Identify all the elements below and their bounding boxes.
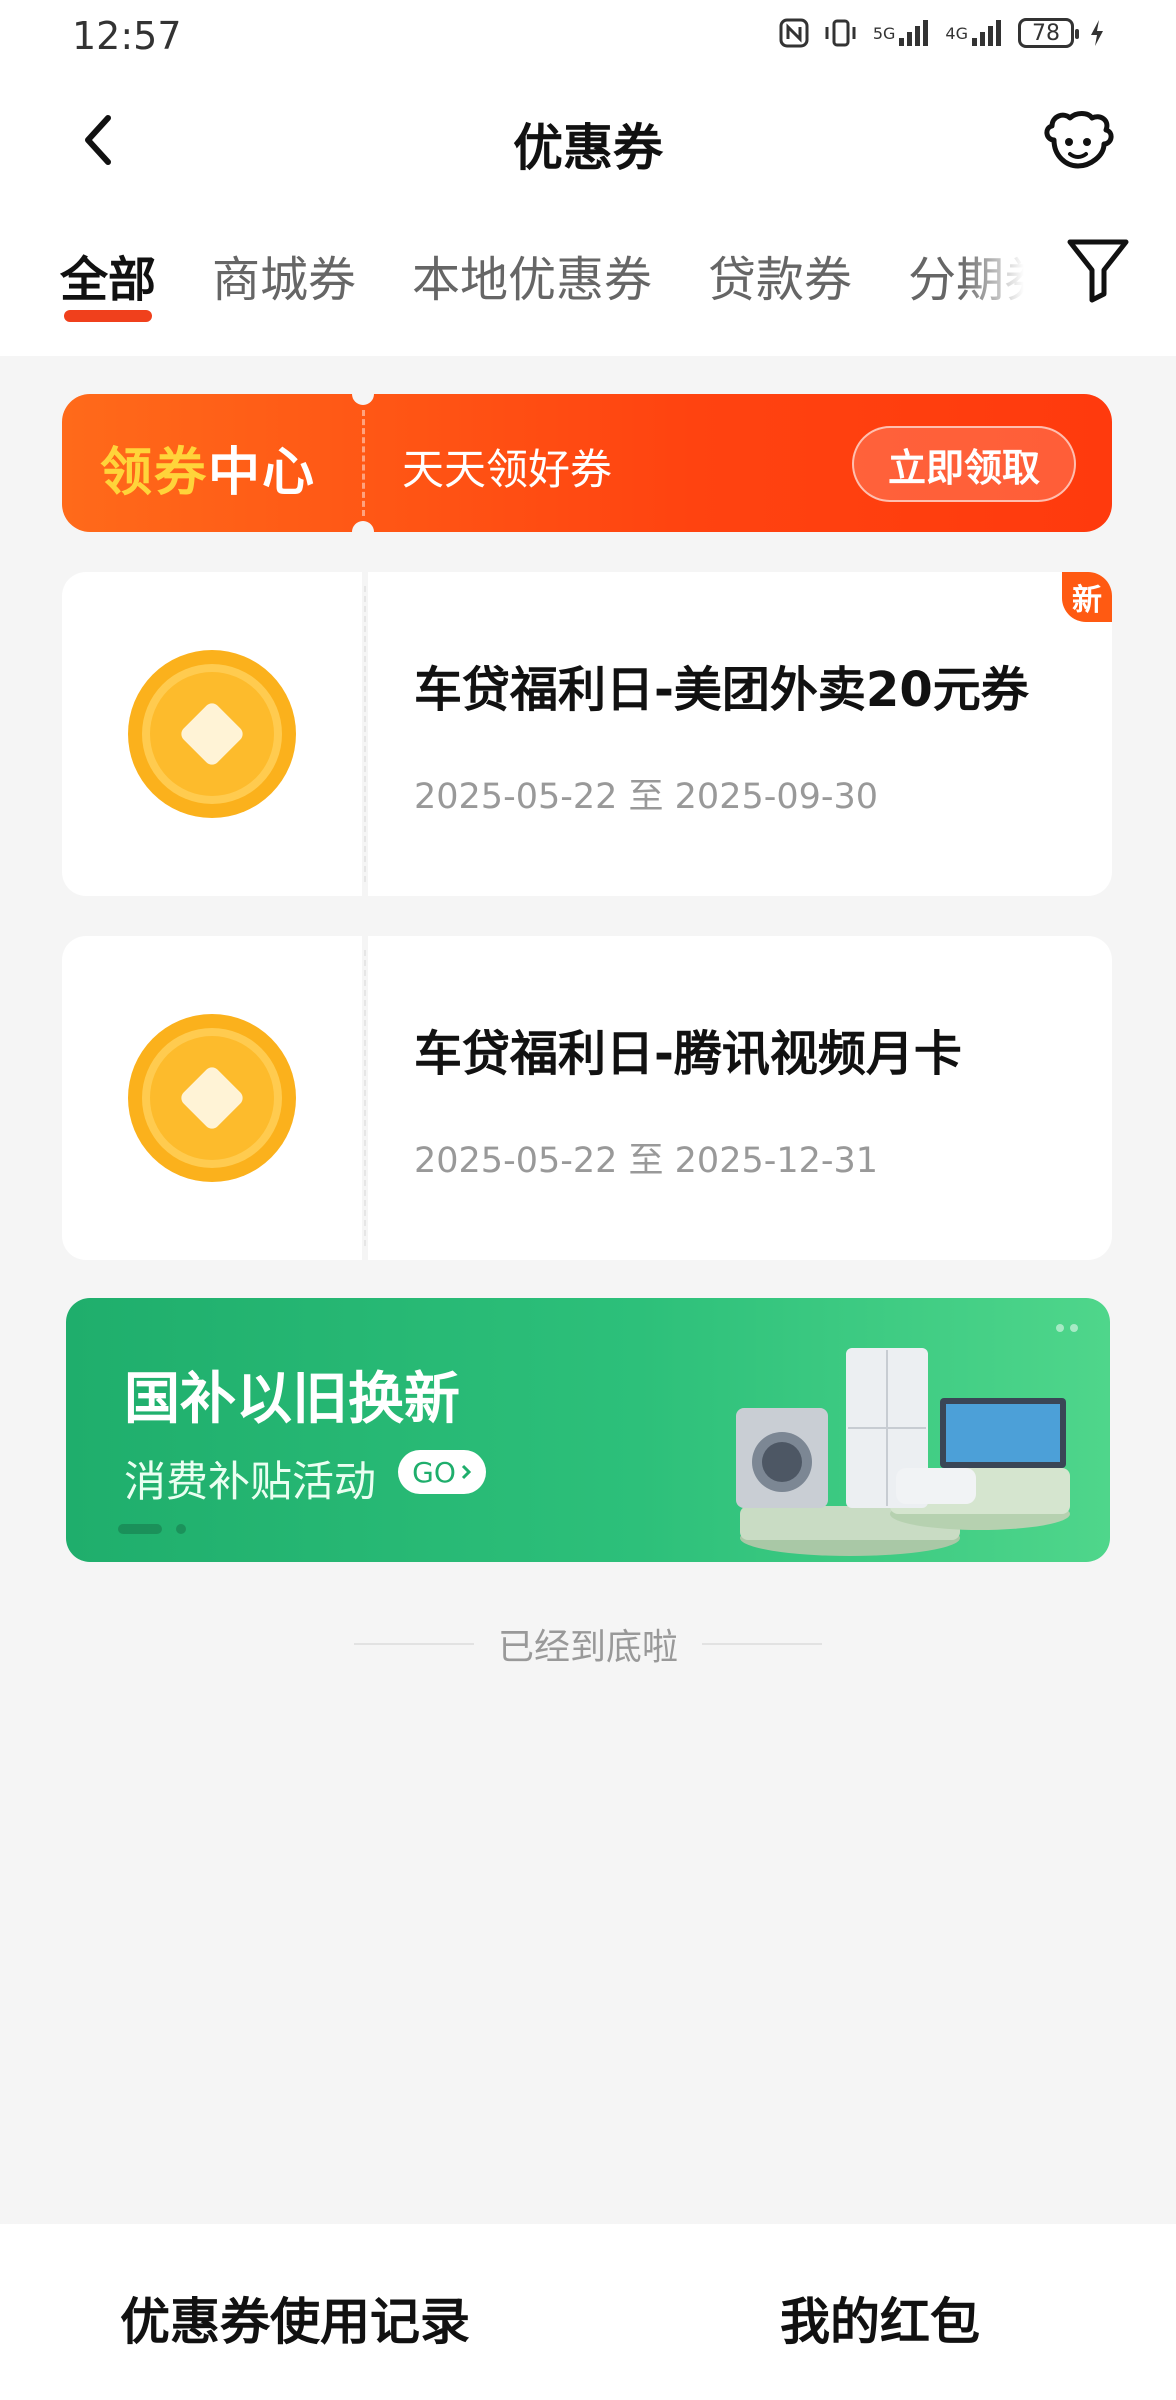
coupon-page: 12:57 5G 4G 78 优惠券 全部 商城券 本地优惠券 贷款券 领券中心… — [0, 0, 1176, 2400]
tab-loan[interactable]: 贷款券 — [708, 236, 852, 332]
signal-4g-icon: 4G — [945, 18, 1004, 48]
bottom-bar: 优惠券使用记录 我的红包 — [0, 2224, 1176, 2400]
signal-4g-label: 4G — [945, 23, 968, 43]
status-icons: 5G 4G 78 — [779, 18, 1106, 48]
tab-label: 商城券 — [212, 252, 357, 308]
signal-5g-icon: 5G — [873, 18, 932, 48]
appliances-illustration — [736, 1348, 1070, 1556]
tabs-bar: 全部 商城券 本地优惠券 贷款券 分期券 — [0, 200, 1176, 356]
coupon-separator — [364, 950, 366, 1246]
chevron-right-icon — [461, 1464, 471, 1480]
nfc-icon — [779, 18, 809, 48]
filter-icon — [1067, 239, 1129, 303]
coupon-info: 车贷福利日-腾讯视频月卡 2025-05-22 至 2025-12-31 — [368, 936, 1112, 1260]
coupon-validity: 2025-05-22 至 2025-09-30 — [414, 777, 879, 817]
coupon-card[interactable]: 车贷福利日-腾讯视频月卡 2025-05-22 至 2025-12-31 — [62, 936, 1112, 1260]
coupon-center-slogan: 天天领好券 — [402, 445, 613, 494]
status-bar: 12:57 5G 4G 78 — [0, 0, 1176, 80]
tab-label: 全部 — [60, 252, 157, 308]
coupon-validity: 2025-05-22 至 2025-12-31 — [414, 1141, 879, 1181]
tab-local[interactable]: 本地优惠券 — [412, 236, 652, 332]
go-label: GO — [412, 1455, 456, 1489]
vibrate-icon — [823, 18, 859, 48]
coupon-info: 车贷福利日-美团外卖20元券 2025-05-22 至 2025-09-30 新 — [368, 572, 1112, 896]
coupon-center-banner[interactable]: 领券中心 天天领好券 立即领取 — [62, 383, 1112, 543]
promo-subtitle: 消费补贴活动 — [124, 1457, 377, 1506]
divider-line — [702, 1643, 822, 1645]
corner-dots — [1056, 1324, 1078, 1332]
charging-icon — [1088, 18, 1106, 48]
trade-in-promo-banner[interactable]: 国补以旧换新 消费补贴活动 GO — [66, 1298, 1110, 1562]
coupon-center-title-part1: 领券 — [100, 443, 209, 503]
divider-line — [353, 1643, 474, 1645]
coupon-separator — [364, 586, 366, 882]
carousel-dot — [176, 1524, 186, 1534]
tab-label: 贷款券 — [708, 252, 853, 308]
end-of-list-text: 已经到底啦 — [497, 1627, 678, 1668]
coupon-usage-history-button[interactable]: 优惠券使用记录 — [120, 2282, 470, 2354]
signal-5g-label: 5G — [872, 23, 896, 43]
claim-now-button[interactable]: 立即领取 — [852, 426, 1076, 502]
tab-all[interactable]: 全部 — [60, 236, 156, 332]
coupon-title: 车贷福利日-腾讯视频月卡 — [414, 1026, 962, 1082]
coupon-center-title-part2: 中心 — [208, 443, 317, 503]
ticket-notch — [352, 383, 374, 405]
filter-button[interactable] — [1056, 228, 1140, 312]
tab-list: 全部 商城券 本地优惠券 贷款券 分期券 — [60, 236, 1040, 336]
coupon-card[interactable]: 车贷福利日-美团外卖20元券 2025-05-22 至 2025-09-30 新 — [62, 572, 1112, 896]
coupon-center-title: 领券中心 — [100, 430, 316, 505]
page-title: 优惠券 — [513, 119, 663, 177]
my-red-packets-button[interactable]: 我的红包 — [780, 2282, 980, 2354]
tab-mall[interactable]: 商城券 — [212, 236, 356, 332]
coin-icon — [128, 1014, 296, 1182]
ticket-notch — [352, 521, 374, 543]
active-tab-indicator — [64, 310, 153, 322]
battery-icon: 78 — [1018, 18, 1079, 48]
service-robot-icon — [1044, 111, 1114, 169]
tabs-fade — [960, 200, 1040, 356]
go-button[interactable]: GO — [398, 1450, 486, 1494]
coupon-title: 车贷福利日-美团外卖20元券 — [414, 662, 1029, 718]
banner-divider — [362, 410, 365, 516]
carousel-dot-active — [118, 1524, 162, 1534]
new-badge: 新 — [1062, 572, 1112, 622]
promo-title: 国补以旧换新 — [124, 1367, 460, 1432]
coupon-icon-area — [62, 572, 362, 896]
battery-level: 78 — [1032, 20, 1060, 46]
end-of-list: 已经到底啦 — [0, 1614, 1176, 1674]
header: 优惠券 — [0, 80, 1176, 200]
status-time: 12:57 — [72, 14, 182, 58]
tab-label: 本地优惠券 — [412, 252, 653, 308]
coupon-icon-area — [62, 936, 362, 1260]
customer-service-button[interactable] — [1036, 100, 1120, 184]
coin-icon — [128, 650, 296, 818]
carousel-indicator — [118, 1524, 186, 1534]
